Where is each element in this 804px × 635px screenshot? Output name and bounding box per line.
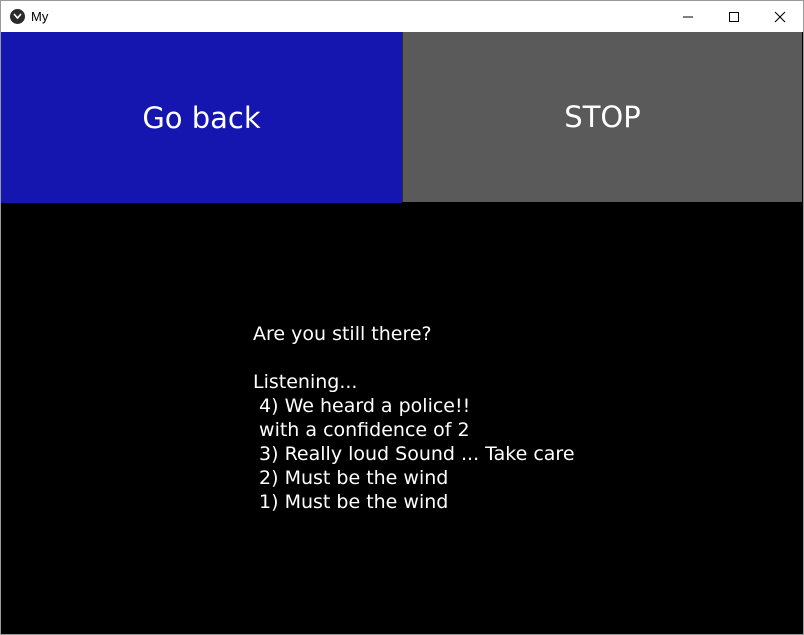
stop-button[interactable]: STOP bbox=[402, 32, 802, 202]
app-content: Go back STOP Are you still there? Listen… bbox=[1, 32, 803, 634]
title-bar[interactable]: My bbox=[1, 1, 803, 32]
message-log: Are you still there? Listening... 4) We … bbox=[253, 322, 693, 514]
log-line: 1) Must be the wind bbox=[253, 491, 449, 513]
app-icon bbox=[10, 9, 25, 24]
go-back-button[interactable]: Go back bbox=[1, 32, 402, 203]
minimize-button[interactable] bbox=[665, 1, 711, 32]
log-line: 4) We heard a police!! bbox=[253, 395, 471, 417]
log-line: 3) Really loud Sound ... Take care bbox=[253, 443, 575, 465]
status-text: Listening... bbox=[253, 371, 358, 393]
go-back-label: Go back bbox=[142, 100, 261, 135]
window-title: My bbox=[31, 9, 49, 24]
close-button[interactable] bbox=[757, 1, 803, 32]
close-icon bbox=[774, 11, 786, 23]
maximize-icon bbox=[729, 12, 739, 22]
prompt-text: Are you still there? bbox=[253, 323, 432, 345]
log-line: 2) Must be the wind bbox=[253, 467, 449, 489]
log-line: with a confidence of 2 bbox=[253, 419, 470, 441]
stop-label: STOP bbox=[564, 100, 641, 134]
app-window: My Go back STOP Are you still there? Lis… bbox=[0, 0, 804, 635]
minimize-icon bbox=[683, 16, 693, 18]
maximize-button[interactable] bbox=[711, 1, 757, 32]
